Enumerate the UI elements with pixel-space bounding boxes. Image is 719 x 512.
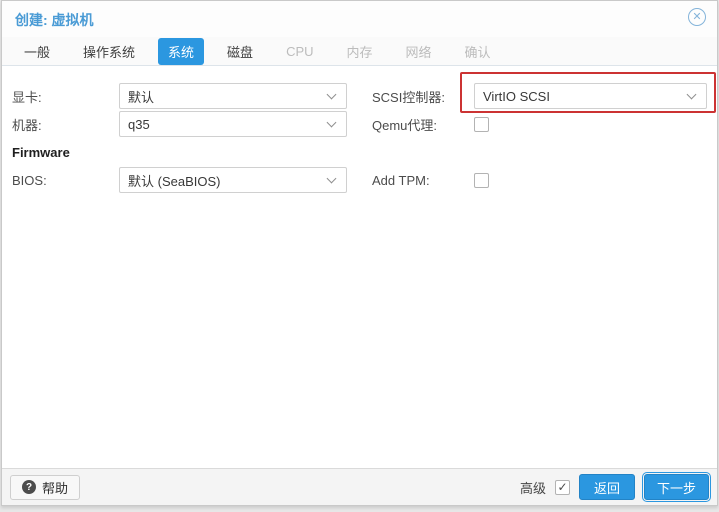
video-card-value: 默认 [128, 89, 155, 105]
create-vm-dialog: 创建: 虚拟机 ✕ 一般 操作系统 系统 磁盘 CPU 内存 网络 确认 显卡:… [1, 0, 718, 506]
machine-label: 机器: [12, 117, 42, 133]
help-button[interactable]: 帮助 [10, 474, 81, 500]
tab-os[interactable]: 操作系统 [73, 38, 145, 65]
footer-actions: 高级 返回 下一步 [519, 472, 712, 502]
tab-network: 网络 [405, 44, 432, 60]
scsi-controller-select[interactable]: VirtIO SCSI [474, 83, 707, 109]
qemu-agent-checkbox[interactable] [474, 116, 489, 132]
add-tpm-checkbox[interactable] [474, 172, 489, 188]
chevron-down-icon [326, 173, 337, 183]
qemu-agent-label: Qemu代理: [372, 117, 438, 133]
add-tpm-row: Add TPM: [372, 166, 717, 194]
qemu-agent-row: Qemu代理: [372, 110, 717, 138]
chevron-down-icon [686, 89, 697, 99]
machine-row: 机器: q35 [12, 110, 357, 138]
scsi-controller-value: VirtIO SCSI [483, 88, 550, 104]
back-button[interactable]: 返回 [578, 474, 635, 500]
advanced-checkbox[interactable] [554, 479, 570, 495]
tab-system[interactable]: 系统 [158, 37, 205, 65]
system-tab-panel: 显卡: 默认 机器: q35 Firmware BIOS: 默认 (SeaBIO… [2, 65, 717, 468]
tab-memory: 内存 [346, 44, 373, 60]
bios-select[interactable]: 默认 (SeaBIOS) [119, 167, 347, 193]
tab-confirm: 确认 [464, 44, 491, 60]
video-card-select[interactable]: 默认 [119, 83, 347, 109]
firmware-section-row: Firmware [12, 138, 357, 166]
chevron-down-icon [326, 117, 337, 127]
bios-row: BIOS: 默认 (SeaBIOS) [12, 166, 357, 194]
firmware-section-label: Firmware [12, 144, 70, 160]
help-button-label: 帮助 [42, 480, 69, 496]
video-card-label: 显卡: [12, 89, 42, 105]
bios-value: 默认 (SeaBIOS) [128, 173, 221, 189]
video-card-row: 显卡: 默认 [12, 82, 357, 110]
form-column-left: 显卡: 默认 机器: q35 Firmware BIOS: 默认 (SeaBIO… [12, 82, 357, 194]
advanced-label: 高级 [519, 480, 546, 496]
tab-general[interactable]: 一般 [14, 38, 60, 65]
dialog-footer: 帮助 高级 返回 下一步 [2, 468, 717, 505]
spacer-row [372, 138, 717, 166]
wizard-tab-bar: 一般 操作系统 系统 磁盘 CPU 内存 网络 确认 [2, 37, 717, 65]
tab-cpu: CPU [286, 43, 314, 59]
question-circle-icon [22, 480, 36, 494]
machine-value: q35 [128, 116, 150, 132]
scsi-controller-label: SCSI控制器: [372, 89, 445, 105]
form-column-right: SCSI控制器: VirtIO SCSI Qemu代理: Add TPM: [372, 82, 717, 194]
tab-disks[interactable]: 磁盘 [217, 38, 263, 65]
dialog-title: 创建: 虚拟机 [15, 12, 94, 28]
add-tpm-label: Add TPM: [372, 172, 430, 188]
dialog-titlebar: 创建: 虚拟机 ✕ [2, 1, 717, 37]
scsi-controller-row: SCSI控制器: VirtIO SCSI [372, 82, 717, 110]
next-button[interactable]: 下一步 [641, 472, 712, 502]
close-icon[interactable]: ✕ [688, 8, 706, 26]
machine-select[interactable]: q35 [119, 111, 347, 137]
chevron-down-icon [326, 89, 337, 99]
bios-label: BIOS: [12, 172, 47, 188]
